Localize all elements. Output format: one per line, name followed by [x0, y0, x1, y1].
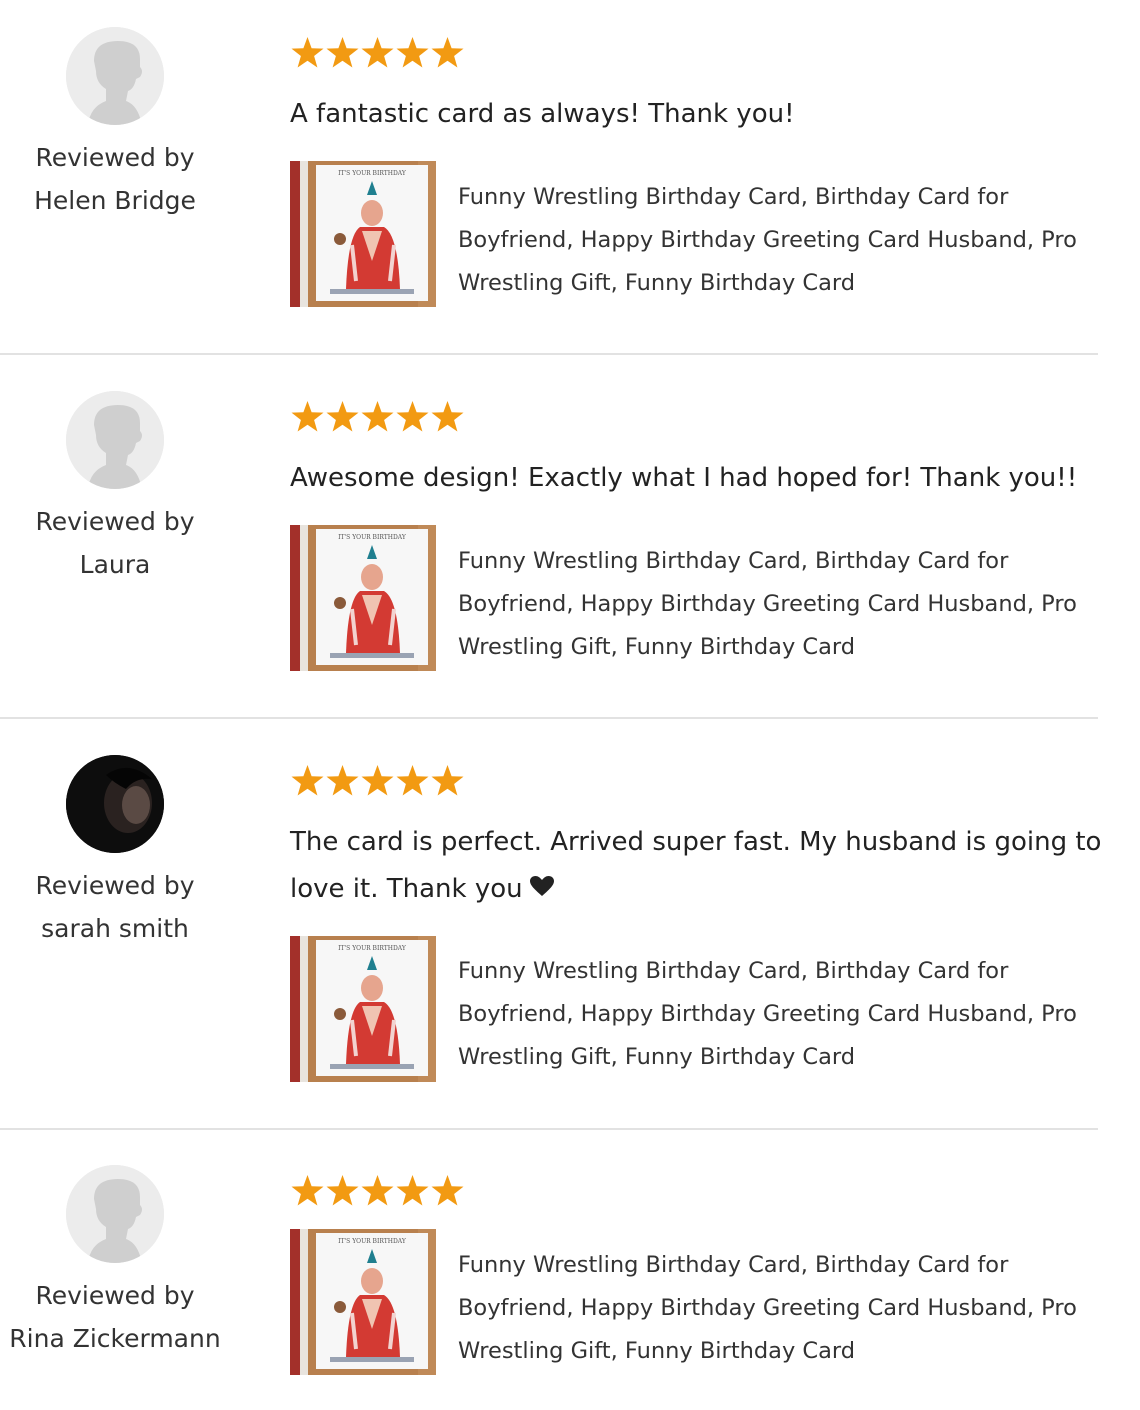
star-rating	[290, 400, 465, 440]
reviewer-name[interactable]: Laura	[0, 543, 230, 586]
reviewer-avatar[interactable]	[66, 755, 164, 853]
star-icon	[430, 1174, 465, 1210]
star-icon	[325, 1174, 360, 1210]
review-text-content: The card is perfect. Arrived super fast.…	[290, 827, 1102, 904]
product-thumbnail[interactable]: IT'S YOUR BIRTHDAY	[290, 1229, 436, 1375]
star-icon	[395, 36, 430, 72]
star-icon	[325, 764, 360, 800]
reviewer-name[interactable]: Helen Bridge	[0, 179, 230, 222]
reviews-list: Reviewed by Helen Bridge A fantastic car…	[0, 0, 1140, 1410]
star-icon	[290, 1174, 325, 1210]
star-rating	[290, 1174, 465, 1214]
star-icon	[430, 36, 465, 72]
star-icon	[430, 400, 465, 436]
review-text: The card is perfect. Arrived super fast.…	[290, 819, 1110, 913]
reviewed-by-label: Reviewed by	[35, 507, 195, 536]
review-text: A fantastic card as always! Thank you!	[290, 99, 795, 129]
star-icon	[360, 36, 395, 72]
reviewed-by-label: Reviewed by	[35, 1281, 195, 1310]
reviewed-by-label: Reviewed by	[35, 143, 195, 172]
svg-text:IT'S YOUR BIRTHDAY: IT'S YOUR BIRTHDAY	[338, 170, 407, 177]
default-avatar-icon	[66, 391, 164, 489]
product-thumbnail[interactable]: IT'S YOUR BIRTHDAY	[290, 525, 436, 671]
star-icon	[360, 764, 395, 800]
product-title-link[interactable]: Funny Wrestling Birthday Card, Birthday …	[458, 1244, 1098, 1373]
product-thumbnail[interactable]: IT'S YOUR BIRTHDAY	[290, 936, 436, 1082]
svg-text:IT'S YOUR BIRTHDAY: IT'S YOUR BIRTHDAY	[338, 534, 407, 541]
reviewer-name[interactable]: sarah smith	[0, 907, 230, 950]
star-icon	[290, 764, 325, 800]
svg-text:IT'S YOUR BIRTHDAY: IT'S YOUR BIRTHDAY	[338, 1238, 407, 1245]
star-rating	[290, 764, 465, 804]
review-text: Awesome design! Exactly what I had hoped…	[290, 463, 1078, 493]
reviewer-name[interactable]: Rina Zickermann	[0, 1317, 230, 1360]
photo-avatar-icon	[66, 755, 164, 853]
default-avatar-icon	[66, 27, 164, 125]
reviewer-avatar[interactable]	[66, 27, 164, 125]
product-title-link[interactable]: Funny Wrestling Birthday Card, Birthday …	[458, 950, 1098, 1079]
heart-icon	[529, 866, 555, 913]
product-thumbnail[interactable]: IT'S YOUR BIRTHDAY	[290, 161, 436, 307]
reviewed-by-label: Reviewed by	[35, 871, 195, 900]
product-title-link[interactable]: Funny Wrestling Birthday Card, Birthday …	[458, 540, 1098, 669]
star-icon	[395, 400, 430, 436]
star-icon	[290, 400, 325, 436]
star-icon	[290, 36, 325, 72]
star-icon	[360, 400, 395, 436]
star-icon	[325, 400, 360, 436]
review-divider	[0, 1128, 1098, 1130]
star-rating	[290, 36, 465, 76]
star-icon	[430, 764, 465, 800]
product-title-link[interactable]: Funny Wrestling Birthday Card, Birthday …	[458, 176, 1098, 305]
star-icon	[395, 764, 430, 800]
reviewer-avatar[interactable]	[66, 391, 164, 489]
review-divider	[0, 717, 1098, 719]
review-divider	[0, 353, 1098, 355]
star-icon	[325, 36, 360, 72]
svg-text:IT'S YOUR BIRTHDAY: IT'S YOUR BIRTHDAY	[338, 945, 407, 952]
star-icon	[360, 1174, 395, 1210]
reviewer-avatar[interactable]	[66, 1165, 164, 1263]
star-icon	[395, 1174, 430, 1210]
default-avatar-icon	[66, 1165, 164, 1263]
